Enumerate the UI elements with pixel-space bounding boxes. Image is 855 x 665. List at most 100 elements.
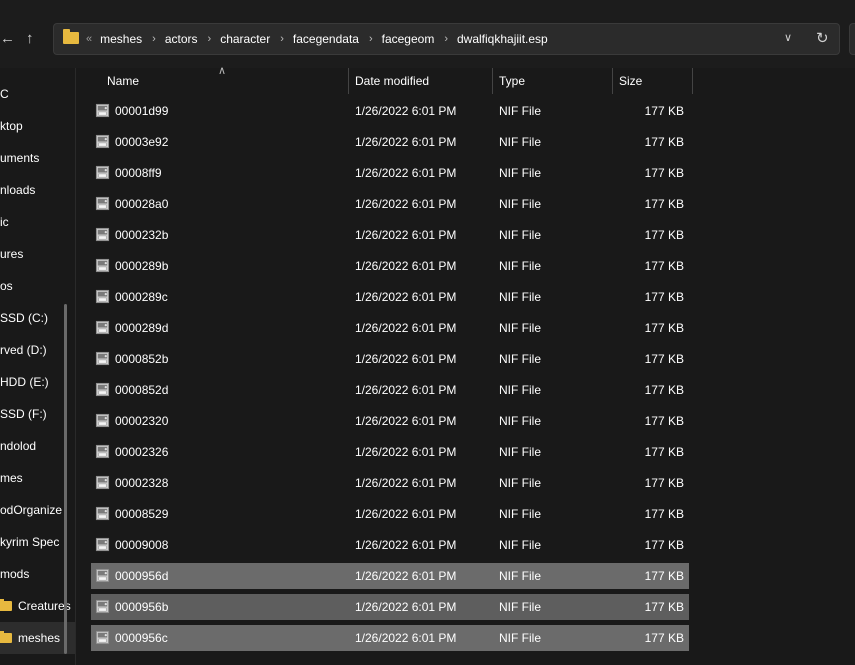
- up-arrow-icon[interactable]: ↑: [26, 28, 34, 50]
- file-row[interactable]: 00002328 1/26/2022 6:01 PM NIF File 177 KB: [91, 470, 689, 496]
- sidebar-item[interactable]: os: [0, 270, 76, 302]
- column-header: ∧ Name Date modified Type Size: [76, 65, 855, 94]
- breadcrumb-item-character[interactable]: character: [220, 32, 270, 46]
- file-date: 1/26/2022 6:01 PM: [355, 104, 457, 118]
- file-row[interactable]: 00002326 1/26/2022 6:01 PM NIF File 177 KB: [91, 439, 689, 465]
- nif-file-icon: [95, 413, 110, 428]
- sidebar-item[interactable]: ktop: [0, 110, 76, 142]
- column-header-type[interactable]: Type: [499, 68, 525, 94]
- breadcrumb-overflow-icon[interactable]: «: [86, 33, 92, 45]
- file-row[interactable]: 00003e92 1/26/2022 6:01 PM NIF File 177 KB: [91, 129, 689, 155]
- pane-divider[interactable]: [75, 68, 76, 665]
- file-name: 00008ff9: [115, 166, 162, 180]
- nif-file-icon: [95, 537, 110, 552]
- file-size: 177 KB: [644, 259, 684, 273]
- file-name: 00003e92: [115, 135, 169, 149]
- chevron-right-icon[interactable]: ›: [280, 33, 284, 45]
- file-date: 1/26/2022 6:01 PM: [355, 507, 457, 521]
- folder-icon: [0, 599, 12, 611]
- file-name: 00002328: [115, 476, 169, 490]
- file-size: 177 KB: [644, 383, 684, 397]
- file-name: 0000956d: [115, 569, 169, 583]
- file-name: 0000956b: [115, 600, 169, 614]
- chevron-right-icon[interactable]: ›: [208, 33, 212, 45]
- breadcrumb-item-facegeom[interactable]: facegeom: [382, 32, 435, 46]
- file-type: NIF File: [499, 104, 541, 118]
- file-size: 177 KB: [644, 414, 684, 428]
- file-type: NIF File: [499, 414, 541, 428]
- file-row[interactable]: 0000852b 1/26/2022 6:01 PM NIF File 177 KB: [91, 346, 689, 372]
- sidebar-item[interactable]: C: [0, 78, 76, 110]
- file-date: 1/26/2022 6:01 PM: [355, 135, 457, 149]
- nif-file-icon: [95, 227, 110, 242]
- file-row[interactable]: 0000956c 1/26/2022 6:01 PM NIF File 177 KB: [91, 625, 689, 651]
- sidebar-item-label: Creatures: [18, 599, 71, 613]
- file-row[interactable]: 00008529 1/26/2022 6:01 PM NIF File 177 KB: [91, 501, 689, 527]
- file-type: NIF File: [499, 383, 541, 397]
- back-arrow-icon[interactable]: ←: [0, 28, 15, 50]
- column-header-name[interactable]: Name: [107, 68, 139, 94]
- sidebar-item-label: meshes: [18, 631, 61, 645]
- file-size: 177 KB: [644, 104, 684, 118]
- chevron-right-icon[interactable]: ›: [369, 33, 373, 45]
- column-header-date[interactable]: Date modified: [355, 68, 429, 94]
- chevron-right-icon[interactable]: ›: [444, 33, 448, 45]
- file-date: 1/26/2022 6:01 PM: [355, 290, 457, 304]
- file-row[interactable]: 0000852d 1/26/2022 6:01 PM NIF File 177 KB: [91, 377, 689, 403]
- sort-ascending-icon: ∧: [218, 65, 227, 77]
- folder-icon: [0, 631, 12, 643]
- file-size: 177 KB: [644, 507, 684, 521]
- file-name: 0000289c: [115, 290, 168, 304]
- file-type: NIF File: [499, 538, 541, 552]
- file-row[interactable]: 00009008 1/26/2022 6:01 PM NIF File 177 KB: [91, 532, 689, 558]
- file-row[interactable]: 0000289b 1/26/2022 6:01 PM NIF File 177 KB: [91, 253, 689, 279]
- file-date: 1/26/2022 6:01 PM: [355, 445, 457, 459]
- file-type: NIF File: [499, 197, 541, 211]
- sidebar-item[interactable]: ures: [0, 238, 76, 270]
- file-size: 177 KB: [644, 197, 684, 211]
- breadcrumb: « meshes › actors › character › facegend…: [86, 24, 548, 54]
- file-date: 1/26/2022 6:01 PM: [355, 383, 457, 397]
- file-type: NIF File: [499, 321, 541, 335]
- address-bar[interactable]: « meshes › actors › character › facegend…: [53, 23, 840, 55]
- file-size: 177 KB: [644, 135, 684, 149]
- refresh-icon[interactable]: ↻: [816, 29, 829, 47]
- sidebar-scrollbar[interactable]: [64, 304, 67, 654]
- file-name: 00002326: [115, 445, 169, 459]
- column-divider[interactable]: [492, 68, 493, 94]
- file-name: 0000956c: [115, 631, 168, 645]
- search-box[interactable]: [849, 23, 855, 55]
- file-size: 177 KB: [644, 631, 684, 645]
- file-row[interactable]: 000028a0 1/26/2022 6:01 PM NIF File 177 KB: [91, 191, 689, 217]
- file-row[interactable]: 00002320 1/26/2022 6:01 PM NIF File 177 KB: [91, 408, 689, 434]
- file-size: 177 KB: [644, 538, 684, 552]
- chevron-right-icon[interactable]: ›: [152, 33, 156, 45]
- column-header-size[interactable]: Size: [619, 68, 642, 94]
- breadcrumb-item-meshes[interactable]: meshes: [100, 32, 142, 46]
- nif-file-icon: [95, 506, 110, 521]
- file-type: NIF File: [499, 166, 541, 180]
- chevron-down-icon[interactable]: ∨: [784, 31, 792, 44]
- sidebar-item[interactable]: uments: [0, 142, 76, 174]
- file-row[interactable]: 0000956b 1/26/2022 6:01 PM NIF File 177 KB: [91, 594, 689, 620]
- file-name: 0000852b: [115, 352, 169, 366]
- file-row[interactable]: 0000232b 1/26/2022 6:01 PM NIF File 177 KB: [91, 222, 689, 248]
- file-row[interactable]: 00008ff9 1/26/2022 6:01 PM NIF File 177 KB: [91, 160, 689, 186]
- file-row[interactable]: 0000956d 1/26/2022 6:01 PM NIF File 177 KB: [91, 563, 689, 589]
- breadcrumb-item-actors[interactable]: actors: [165, 32, 198, 46]
- nif-file-icon: [95, 568, 110, 583]
- column-divider[interactable]: [692, 68, 693, 94]
- file-row[interactable]: 0000289c 1/26/2022 6:01 PM NIF File 177 KB: [91, 284, 689, 310]
- column-divider[interactable]: [348, 68, 349, 94]
- sidebar-item[interactable]: nloads: [0, 174, 76, 206]
- file-type: NIF File: [499, 228, 541, 242]
- nif-file-icon: [95, 134, 110, 149]
- file-size: 177 KB: [644, 352, 684, 366]
- column-divider[interactable]: [612, 68, 613, 94]
- file-row[interactable]: 00001d99 1/26/2022 6:01 PM NIF File 177 KB: [91, 98, 689, 124]
- breadcrumb-item-facegendata[interactable]: facegendata: [293, 32, 359, 46]
- file-row[interactable]: 0000289d 1/26/2022 6:01 PM NIF File 177 KB: [91, 315, 689, 341]
- file-name: 00002320: [115, 414, 169, 428]
- sidebar-item[interactable]: ic: [0, 206, 76, 238]
- breadcrumb-item-current[interactable]: dwalfiqkhajiit.esp: [457, 32, 548, 46]
